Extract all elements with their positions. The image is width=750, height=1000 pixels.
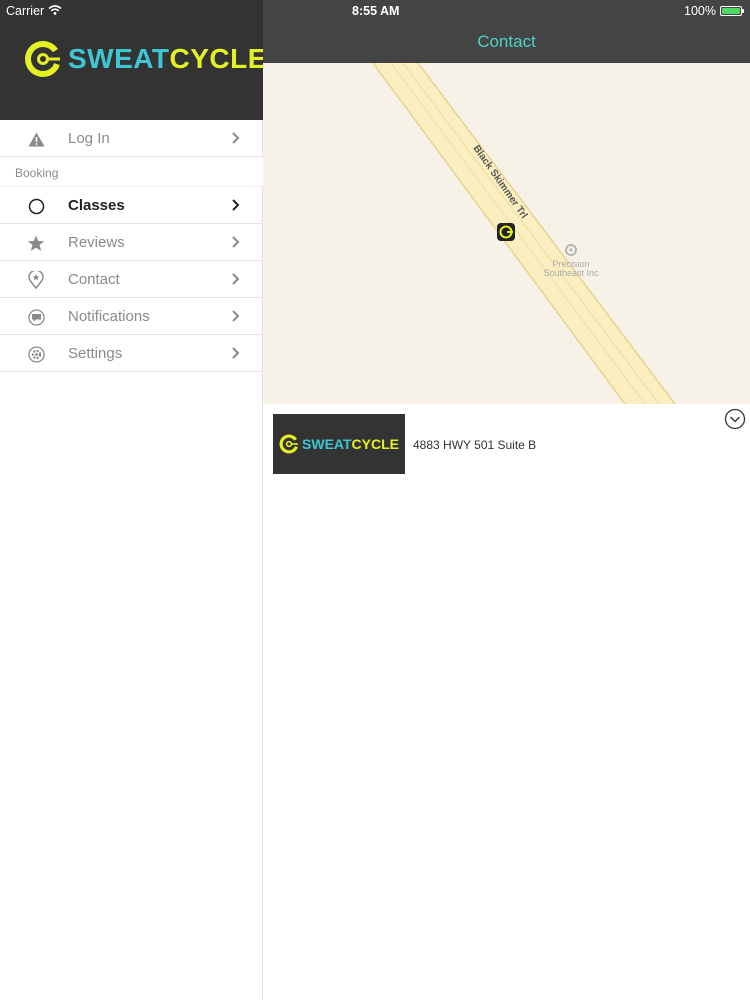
sidebar-item-notifications[interactable]: Notifications	[0, 298, 263, 335]
carrier-label: Carrier	[6, 4, 45, 18]
location-details: SWEATCYCLE 4883 HWY 501 Suite B	[263, 404, 750, 1000]
chevron-right-icon	[232, 199, 240, 211]
chevron-right-icon	[232, 310, 240, 322]
cycle-logo-icon	[279, 434, 299, 454]
brand-logo: SWEATCYCLE	[24, 40, 267, 78]
circle-icon	[27, 197, 45, 215]
battery-percent: 100%	[684, 4, 716, 18]
sidebar-item-classes[interactable]: Classes	[0, 187, 263, 224]
warning-icon	[27, 130, 45, 148]
status-bar-right: 100%	[684, 4, 744, 18]
sidebar-item-reviews[interactable]: Reviews	[0, 224, 263, 261]
status-bar: Carrier 8:55 AM 100%	[0, 0, 750, 22]
status-bar-left: Carrier	[6, 4, 62, 18]
sidebar-item-settings[interactable]: Settings	[0, 335, 263, 372]
chat-bubble-icon	[27, 308, 45, 326]
address-text: 4883 HWY 501 Suite B	[413, 438, 537, 452]
sidebar-item-label: Log In	[68, 129, 110, 147]
sidebar: SWEATCYCLE Log In Booking Classes Review…	[0, 0, 266, 1000]
map-pin-icon	[27, 271, 45, 289]
map-view[interactable]: Black Skimmer Trl Precision Southeast In…	[263, 63, 750, 404]
battery-icon	[720, 6, 742, 16]
brand-name: SWEATCYCLE	[68, 43, 267, 74]
sidebar-item-contact[interactable]: Contact	[0, 261, 263, 298]
location-pin-icon[interactable]	[497, 223, 515, 241]
star-icon	[27, 234, 45, 252]
sidebar-item-label: Settings	[68, 344, 123, 362]
sidebar-item-label: Reviews	[68, 233, 125, 251]
gear-icon	[27, 345, 45, 363]
chevron-right-icon	[232, 132, 240, 144]
road-edge	[390, 63, 646, 404]
sidebar-item-label: Notifications	[68, 307, 150, 325]
chevron-right-icon	[232, 273, 240, 285]
map-canvas: Black Skimmer Trl Precision Southeast In…	[372, 63, 676, 404]
page-title: Contact	[477, 32, 536, 51]
road-edge	[417, 63, 676, 404]
section-header-booking: Booking	[0, 157, 263, 187]
road-fill	[373, 63, 675, 404]
brand-name: SWEATCYCLE	[302, 436, 399, 452]
sidebar-item-label: Contact	[68, 270, 120, 288]
clock: 8:55 AM	[352, 4, 400, 18]
chevron-right-icon	[232, 347, 240, 359]
sidebar-item-login[interactable]: Log In	[0, 120, 263, 157]
sidebar-item-label: Classes	[68, 196, 125, 214]
chevron-right-icon	[232, 236, 240, 248]
poi-label-line2: Southeast Inc	[543, 268, 599, 278]
sidebar-menu: Log In Booking Classes Reviews Contact N…	[0, 120, 263, 372]
location-logo: SWEATCYCLE	[273, 414, 405, 474]
wifi-icon	[48, 4, 62, 18]
cycle-logo-icon	[25, 41, 61, 77]
chevron-down-circle-icon[interactable]	[724, 408, 746, 430]
road-edge	[402, 63, 660, 404]
main-content: Contact Black Skimmer Trl Precision Sout…	[263, 0, 750, 1000]
